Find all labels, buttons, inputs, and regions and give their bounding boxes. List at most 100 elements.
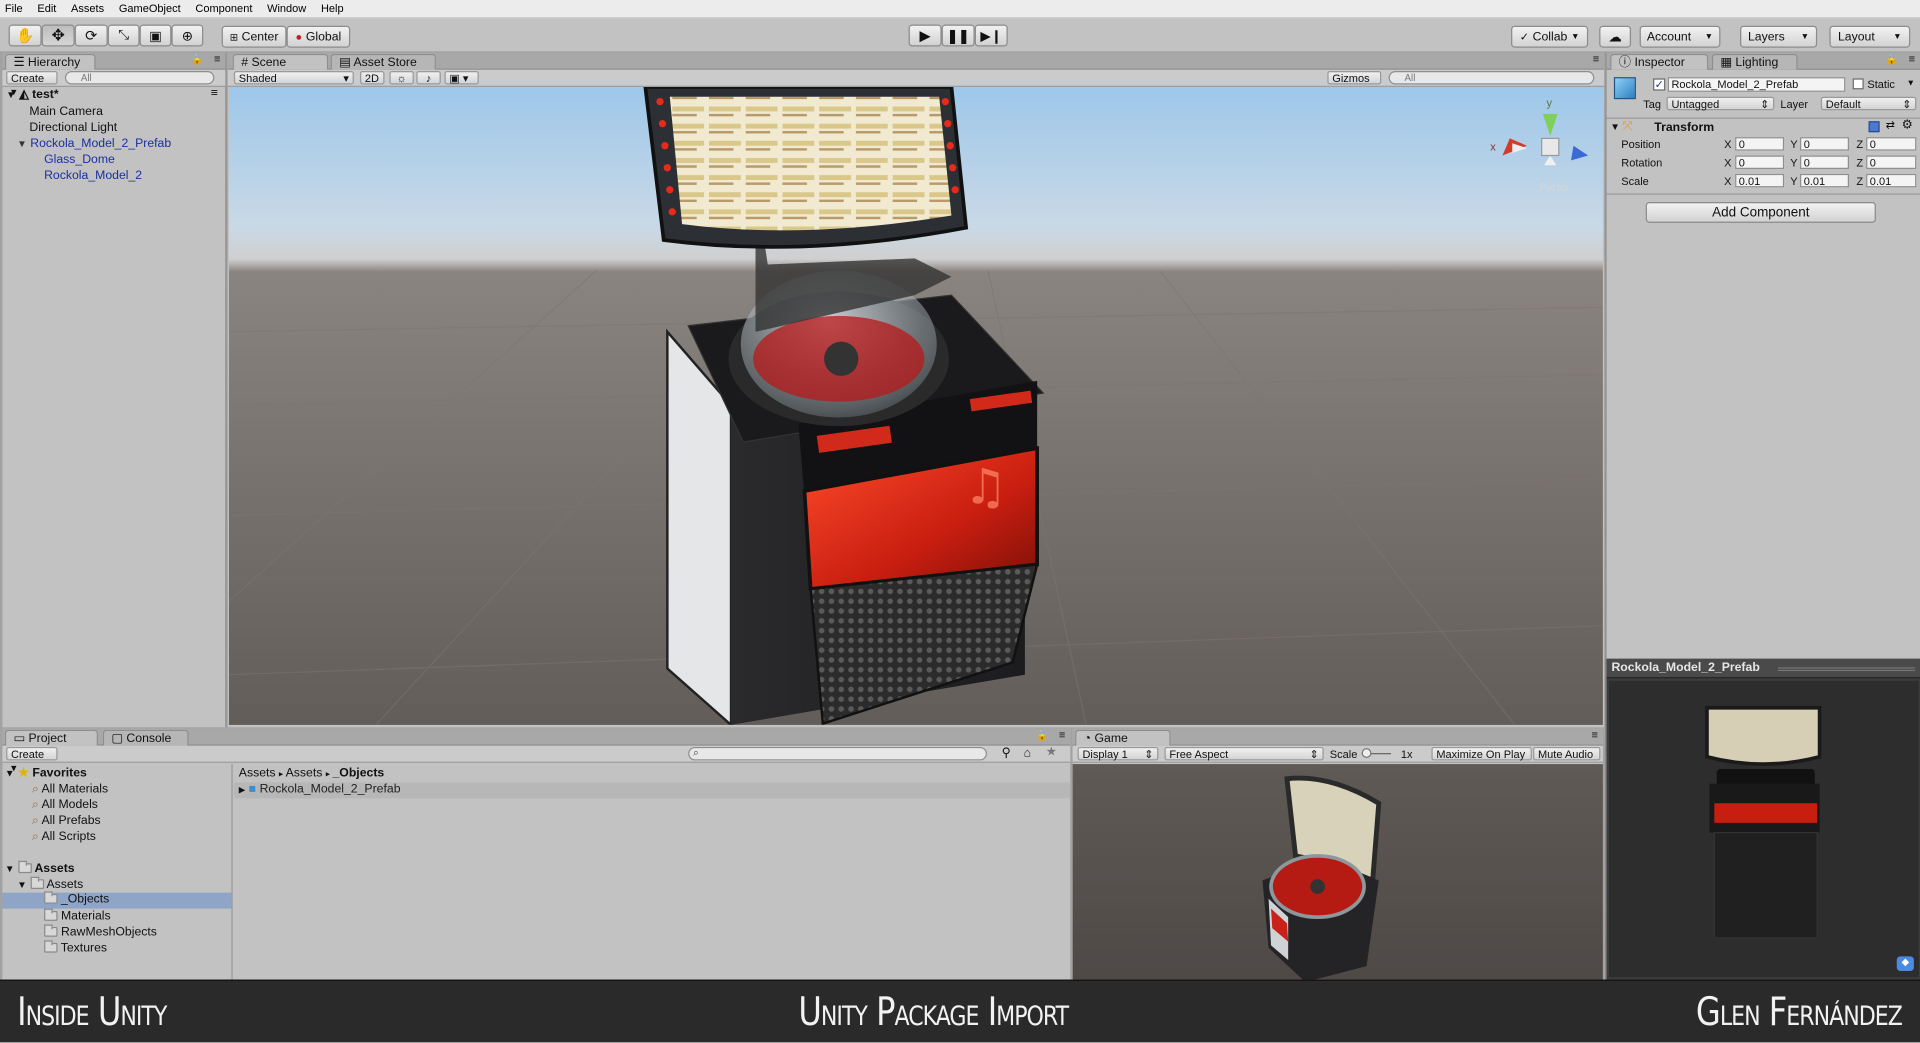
lock-icon[interactable]: 🔒 <box>191 54 203 65</box>
cloud-button[interactable]: ☁ <box>1599 25 1632 48</box>
maximize-on-play-toggle[interactable]: Maximize On Play <box>1431 746 1532 761</box>
expand-triangle-icon[interactable]: ▼ <box>5 863 15 874</box>
lock-icon[interactable]: 🔒 <box>1036 730 1048 741</box>
tab-lighting[interactable]: ▦ Lighting <box>1711 53 1798 70</box>
position-z-field[interactable]: 0 <box>1866 137 1917 151</box>
expand-triangle-icon[interactable]: ▼ <box>5 768 15 779</box>
active-checkbox[interactable]: ✓ <box>1653 78 1666 91</box>
account-dropdown[interactable]: Account ▼ <box>1639 25 1721 48</box>
tab-project[interactable]: ▭ Project <box>4 729 98 746</box>
rotate-tool-button[interactable]: ⟳ <box>74 24 108 47</box>
expand-triangle-icon[interactable]: ▼ <box>6 89 16 100</box>
tree-folder-rawmeshobjects[interactable]: RawMeshObjects <box>44 924 157 939</box>
hierarchy-item-glass-dome[interactable]: Glass_Dome <box>44 153 115 166</box>
project-search-input[interactable]: ⌕ <box>688 746 987 761</box>
tab-scene[interactable]: # Scene <box>232 53 329 70</box>
project-create-dropdown[interactable]: Create ▾ <box>6 746 58 774</box>
favorite-star-icon[interactable]: ★ <box>1046 746 1057 759</box>
tree-folder-materials[interactable]: Materials <box>44 908 111 923</box>
rect-tool-button[interactable]: ▣ <box>139 24 172 47</box>
add-component-button[interactable]: Add Component <box>1645 202 1876 223</box>
position-x-field[interactable]: 0 <box>1735 137 1785 151</box>
preview-viewport[interactable] <box>1608 680 1919 978</box>
scene-viewport[interactable]: ♫ y x Persp <box>228 86 1603 725</box>
hierarchy-item-prefab[interactable]: ▼ Rockola_Model_2_Prefab <box>17 137 171 150</box>
favorite-all-models[interactable]: ⌕ All Models <box>32 798 98 811</box>
scene-axis-gizmo[interactable] <box>1502 113 1589 166</box>
hierarchy-item-rockola-model[interactable]: Rockola_Model_2 <box>44 169 142 182</box>
collab-dropdown[interactable]: ✓ Collab ▼ <box>1511 25 1589 48</box>
scale-slider-thumb[interactable] <box>1361 748 1372 758</box>
aspect-dropdown[interactable]: Free Aspect ⇕ <box>1164 746 1324 761</box>
play-button[interactable]: ▶ <box>908 24 942 47</box>
scale-z-field[interactable]: 0.01 <box>1866 173 1917 188</box>
pause-button[interactable]: ❚❚ <box>941 24 975 47</box>
tree-folder-textures[interactable]: Textures <box>44 940 107 955</box>
assets-header[interactable]: ▼ Assets <box>5 860 75 876</box>
expand-triangle-icon[interactable]: ▼ <box>17 138 27 149</box>
rotation-y-field[interactable]: 0 <box>1800 155 1849 169</box>
static-checkbox[interactable] <box>1852 78 1864 90</box>
chevron-down-icon[interactable]: ▼ <box>1907 80 1915 89</box>
scene-search-input[interactable]: All <box>1388 71 1595 85</box>
object-name-field[interactable]: Rockola_Model_2_Prefab <box>1667 77 1846 92</box>
panel-menu-icon[interactable]: ≡ <box>1909 53 1915 65</box>
hand-tool-button[interactable]: ✋ <box>8 24 42 47</box>
perspective-label[interactable]: Persp <box>1539 181 1568 193</box>
effects-dropdown[interactable]: ▣ ▾ <box>444 71 479 85</box>
tab-game[interactable]: ◔ Game <box>1075 729 1171 746</box>
pivot-global-button[interactable]: ● Global <box>286 25 351 48</box>
breadcrumb-item-current[interactable]: _Objects <box>332 767 384 780</box>
menu-assets[interactable]: Assets <box>71 2 104 14</box>
mute-audio-toggle[interactable]: Mute Audio <box>1533 746 1601 761</box>
mode-2d-toggle[interactable]: 2D <box>360 71 385 85</box>
favorite-all-scripts[interactable]: ⌕ All Scripts <box>32 830 96 843</box>
game-viewport[interactable] <box>1072 764 1603 983</box>
layout-dropdown[interactable]: Layout ▼ <box>1829 25 1911 48</box>
menu-gameobject[interactable]: GameObject <box>119 2 181 14</box>
menu-component[interactable]: Component <box>195 2 252 14</box>
scale-x-field[interactable]: 0.01 <box>1735 173 1785 188</box>
lighting-toggle[interactable]: ☼ <box>389 71 414 85</box>
audio-toggle[interactable]: ♪ <box>416 71 441 85</box>
scale-y-field[interactable]: 0.01 <box>1800 173 1849 188</box>
transform-tool-button[interactable]: ⊕ <box>171 24 204 47</box>
tab-console[interactable]: ▢ Console <box>102 729 189 746</box>
tag-dropdown[interactable]: Untagged ⇕ <box>1666 96 1775 111</box>
gear-icon[interactable]: ⚙ <box>1902 119 1913 132</box>
scale-tool-button[interactable]: ⤡ <box>107 24 140 47</box>
tree-folder-objects[interactable]: _Objects <box>2 891 232 909</box>
expand-triangle-icon[interactable]: ▼ <box>1610 121 1620 132</box>
favorites-header[interactable]: ▼ ★ Favorites <box>5 767 87 780</box>
filter-type-icon[interactable]: ⚲ <box>1002 747 1011 760</box>
hierarchy-item-directional-light[interactable]: Directional Light <box>29 121 117 134</box>
menu-window[interactable]: Window <box>267 2 306 14</box>
expand-triangle-icon[interactable]: ▼ <box>17 879 27 890</box>
rotation-x-field[interactable]: 0 <box>1735 155 1785 169</box>
favorite-all-prefabs[interactable]: ⌕ All Prefabs <box>32 814 101 827</box>
panel-menu-icon[interactable]: ≡ <box>1593 53 1599 65</box>
panel-menu-icon[interactable]: ≡ <box>1592 729 1598 741</box>
hierarchy-search-input[interactable]: All <box>64 71 215 85</box>
breadcrumb-item[interactable]: Assets <box>286 767 323 780</box>
layer-dropdown[interactable]: Default ⇕ <box>1820 96 1917 111</box>
layers-dropdown[interactable]: Layers ▼ <box>1740 25 1818 48</box>
panel-menu-icon[interactable]: ≡ <box>1059 729 1065 741</box>
pivot-center-button[interactable]: ⊞ Center <box>221 25 287 48</box>
rotation-z-field[interactable]: 0 <box>1866 155 1917 169</box>
hierarchy-item-main-camera[interactable]: Main Camera <box>29 105 103 118</box>
help-icon[interactable] <box>1868 121 1880 133</box>
shading-mode-dropdown[interactable]: Shaded ▾ <box>233 71 354 85</box>
tab-inspector[interactable]: ⓘ Inspector <box>1610 53 1709 70</box>
position-y-field[interactable]: 0 <box>1800 137 1849 151</box>
file-row-prefab[interactable]: ▶ ■ Rockola_Model_2_Prefab <box>233 782 1071 799</box>
filter-label-icon[interactable]: ⌂ <box>1024 747 1031 760</box>
expand-triangle-icon[interactable]: ▶ <box>239 786 246 795</box>
gizmos-dropdown[interactable]: Gizmos ▾ <box>1327 71 1382 98</box>
step-button[interactable]: ▶❙ <box>974 24 1008 47</box>
tab-hierarchy[interactable]: ☰ Hierarchy <box>4 53 96 70</box>
breadcrumb-item[interactable]: Assets <box>239 767 276 780</box>
asset-label-icon[interactable]: ◆ <box>1896 956 1914 972</box>
scene-root-row[interactable]: ▼ ◭ test* <box>6 88 59 101</box>
tab-asset-store[interactable]: ▤ Asset Store <box>330 53 436 70</box>
